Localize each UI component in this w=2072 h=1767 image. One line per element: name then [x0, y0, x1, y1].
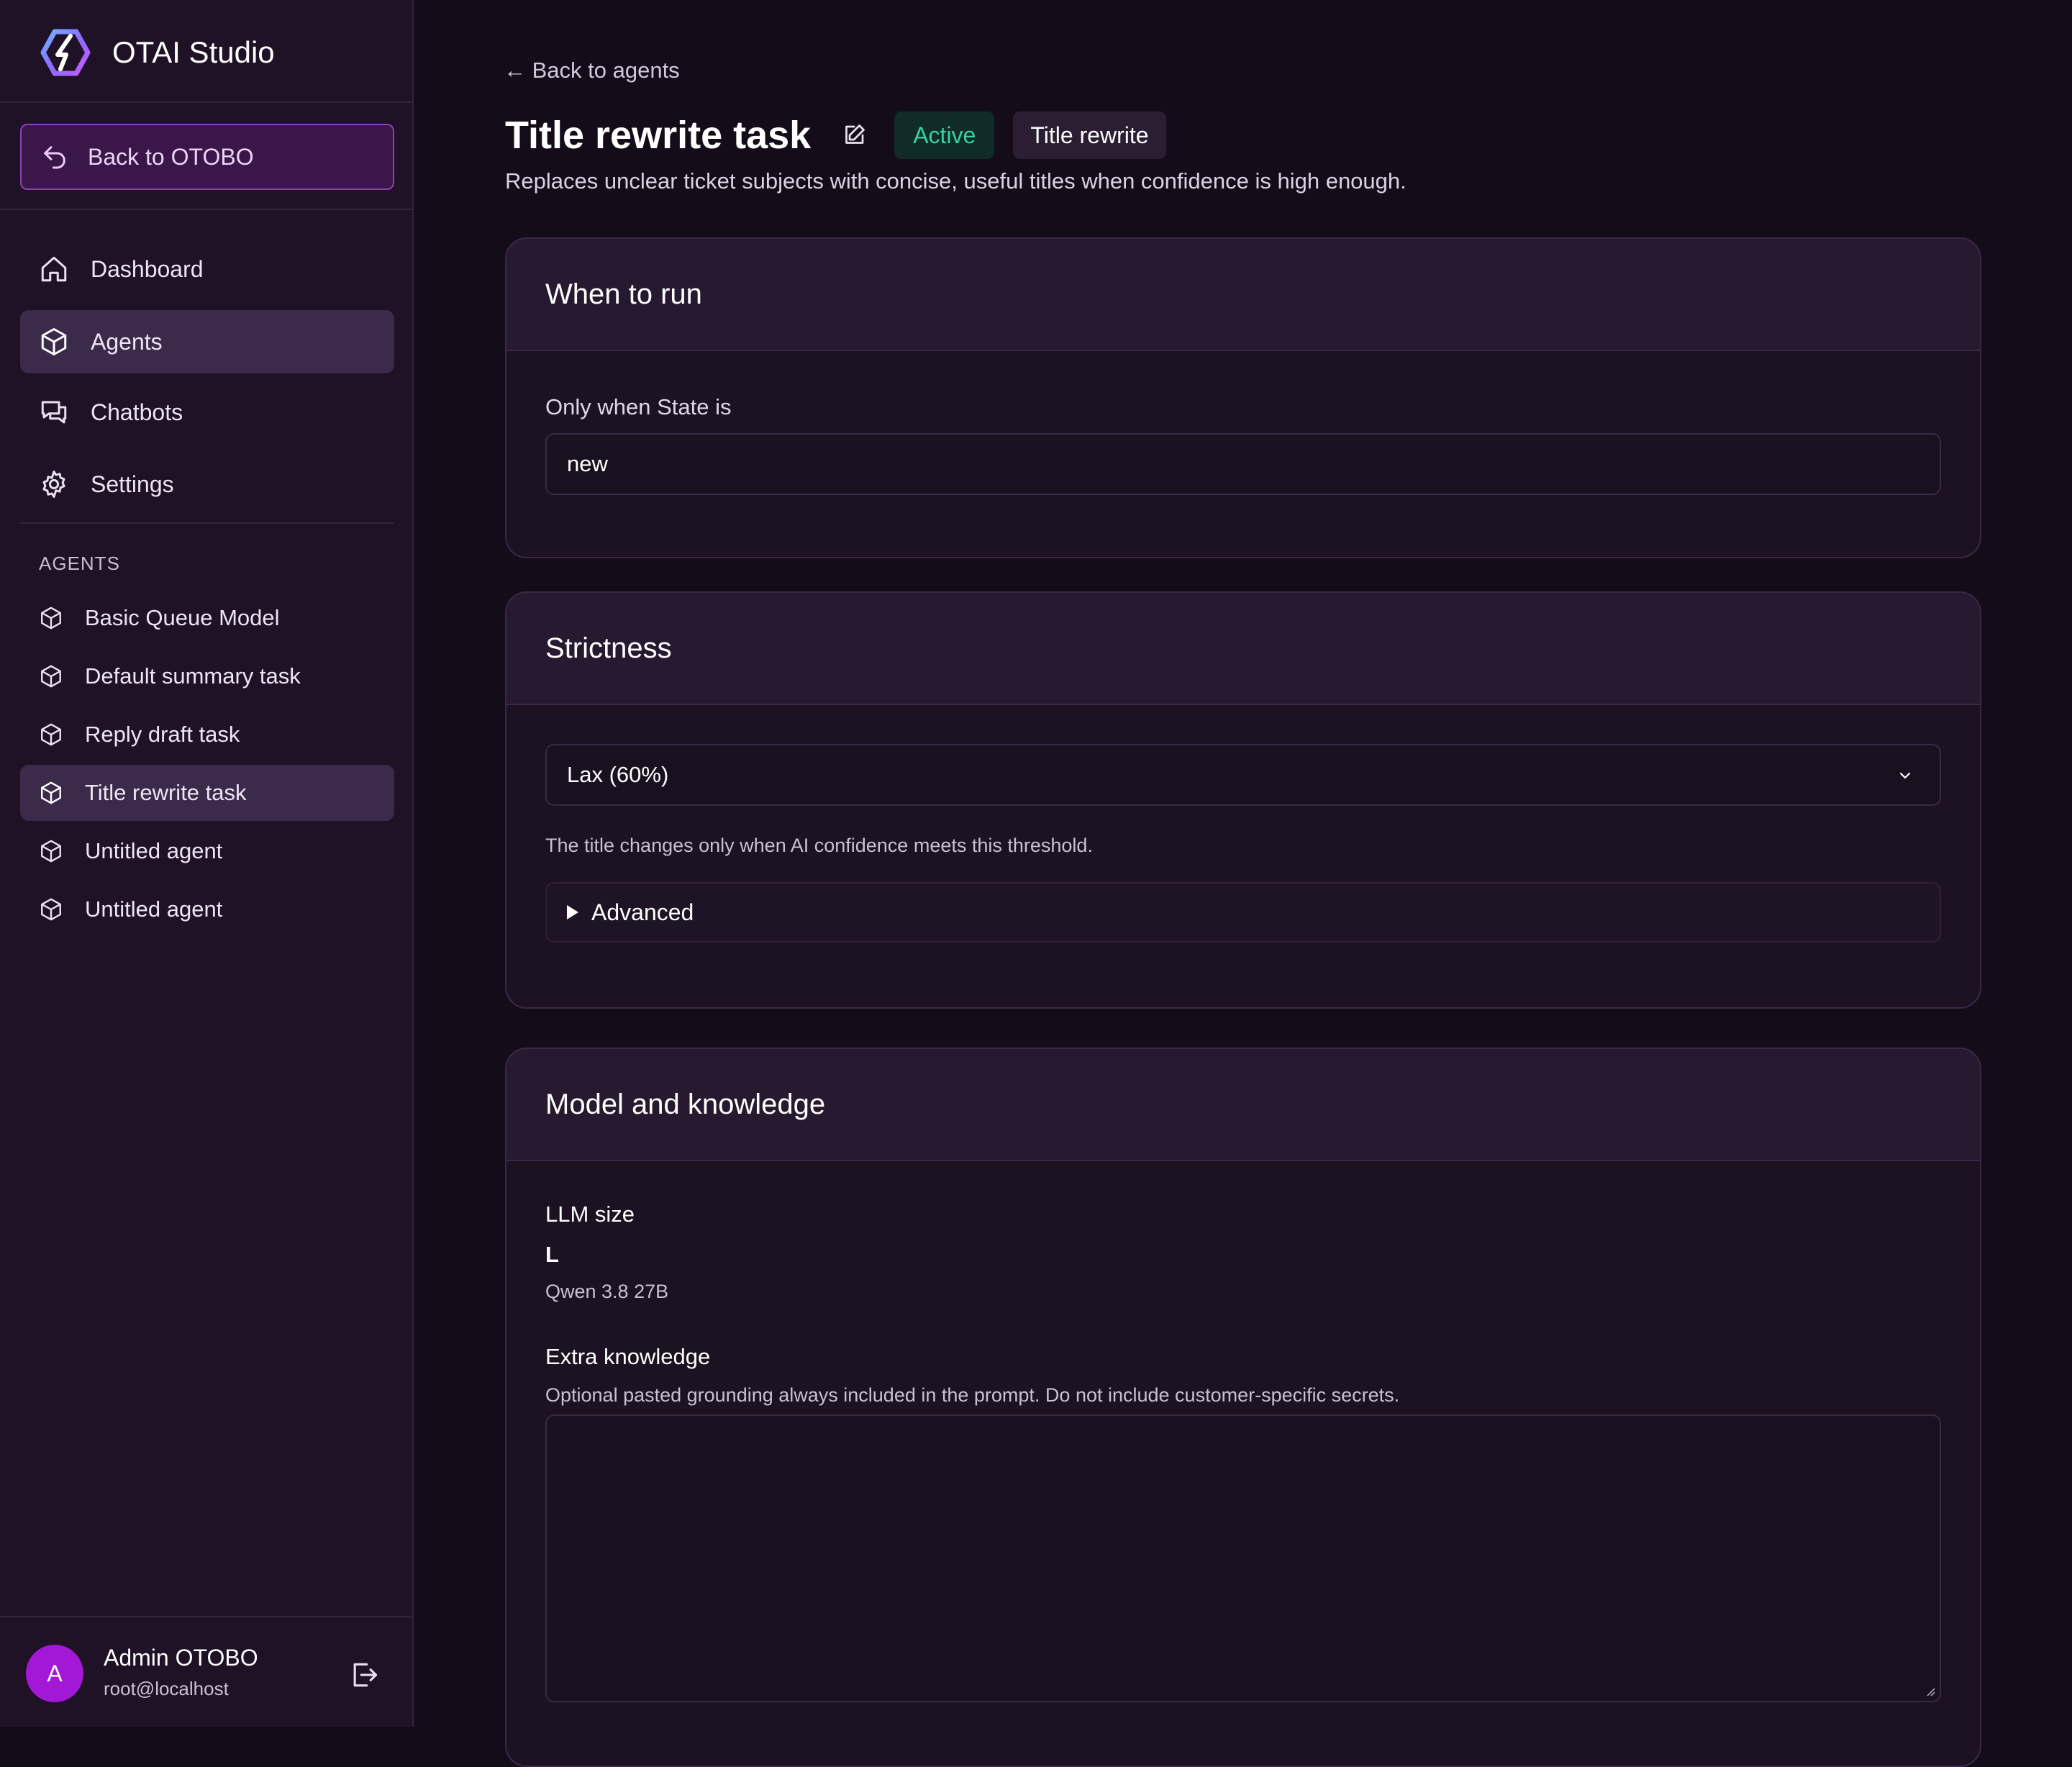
user-panel: A Admin OTOBO root@localhost: [0, 1616, 414, 1727]
divider: [0, 101, 414, 103]
when-to-run-card: When to run Only when State is new: [505, 237, 1981, 558]
cube-icon: [41, 781, 61, 804]
cube-icon: [41, 607, 61, 630]
strictness-card: Strictness Lax (60%) The title changes o…: [505, 591, 1981, 1009]
advanced-toggle[interactable]: Advanced: [545, 882, 1941, 942]
user-email: root@localhost: [104, 1678, 229, 1699]
nav-item-agents[interactable]: Agents: [20, 310, 394, 373]
cube-icon: [41, 840, 61, 863]
gear-icon: [42, 471, 65, 498]
extra-knowledge-textarea[interactable]: [545, 1414, 1941, 1702]
sidebar: OTAI Studio Back to OTOBO Dashboard Agen…: [0, 0, 414, 1727]
nav-item-chatbots[interactable]: Chatbots: [20, 381, 394, 444]
cube-icon: [41, 898, 61, 921]
brand[interactable]: OTAI Studio: [40, 29, 275, 76]
card-heading: Model and knowledge: [506, 1049, 1980, 1161]
back-to-otobo-button[interactable]: Back to OTOBO: [20, 124, 394, 190]
cube-icon: [41, 723, 61, 746]
back-to-agents-link[interactable]: ← Back to agents: [504, 58, 680, 83]
nav-item-dashboard[interactable]: Dashboard: [20, 237, 394, 301]
nav-item-settings[interactable]: Settings: [20, 453, 394, 516]
nav-label-chatbots: Chatbots: [91, 399, 183, 425]
sidebar-agent-item[interactable]: Reply draft task: [20, 707, 394, 763]
chevron-down-icon: [1899, 772, 1911, 779]
back-to-otobo-label: Back to OTOBO: [88, 143, 254, 170]
agent-type-badge: Title rewrite: [1013, 112, 1166, 159]
nav-label-agents: Agents: [91, 328, 163, 355]
resize-handle-icon[interactable]: [1924, 1685, 1935, 1696]
home-icon: [41, 256, 67, 282]
extra-knowledge-helper: Optional pasted grounding always include…: [545, 1384, 1400, 1406]
sidebar-agent-item-active[interactable]: Title rewrite task: [20, 765, 394, 821]
otai-logo-icon: [40, 29, 91, 76]
llm-model-name: Qwen 3.8 27B: [545, 1281, 669, 1302]
return-arrow-icon: [44, 146, 65, 169]
state-field-label: Only when State is: [545, 394, 732, 419]
chat-icon: [41, 401, 67, 424]
cube-icon: [41, 665, 61, 688]
llm-size-value: L: [545, 1242, 559, 1267]
card-heading: When to run: [506, 239, 1980, 351]
agent-label: Reply draft task: [85, 722, 240, 747]
state-input[interactable]: new: [545, 433, 1941, 495]
triangle-right-icon: [567, 905, 578, 919]
extra-knowledge-label: Extra knowledge: [545, 1344, 711, 1369]
sidebar-agent-item[interactable]: Untitled agent: [20, 881, 394, 937]
agent-label: Default summary task: [85, 663, 301, 689]
llm-size-label: LLM size: [545, 1202, 635, 1227]
sidebar-agent-item[interactable]: Basic Queue Model: [20, 590, 394, 646]
strictness-select[interactable]: Lax (60%): [545, 744, 1941, 806]
page-title: Title rewrite task: [505, 114, 812, 157]
agent-description: Replaces unclear ticket subjects with co…: [505, 168, 1407, 194]
user-name: Admin OTOBO: [104, 1645, 258, 1671]
logout-icon[interactable]: [348, 1659, 380, 1691]
nav-label-settings: Settings: [91, 471, 174, 497]
strictness-selected-value: Lax (60%): [567, 762, 669, 787]
agent-label: Untitled agent: [85, 896, 223, 922]
agent-label: Title rewrite task: [85, 780, 247, 805]
divider: [20, 522, 394, 524]
advanced-label: Advanced: [591, 899, 694, 925]
status-badge: Active: [894, 112, 995, 159]
title-row: Title rewrite task Active Title rewrite: [505, 109, 1166, 161]
avatar[interactable]: A: [26, 1645, 83, 1702]
strictness-helper-text: The title changes only when AI confidenc…: [545, 835, 1093, 856]
divider: [0, 209, 414, 210]
edit-pencil-icon[interactable]: [841, 122, 867, 148]
sidebar-agent-item[interactable]: Default summary task: [20, 648, 394, 704]
agents-section-heading: AGENTS: [39, 553, 120, 574]
cube-icon: [41, 328, 67, 355]
sidebar-agent-item[interactable]: Untitled agent: [20, 823, 394, 879]
agent-label: Untitled agent: [85, 838, 223, 863]
model-knowledge-card: Model and knowledge LLM size L Qwen 3.8 …: [505, 1048, 1981, 1767]
card-heading: Strictness: [506, 593, 1980, 705]
nav-label-dashboard: Dashboard: [91, 255, 204, 282]
app-name: OTAI Studio: [112, 35, 275, 69]
agent-label: Basic Queue Model: [85, 605, 280, 630]
